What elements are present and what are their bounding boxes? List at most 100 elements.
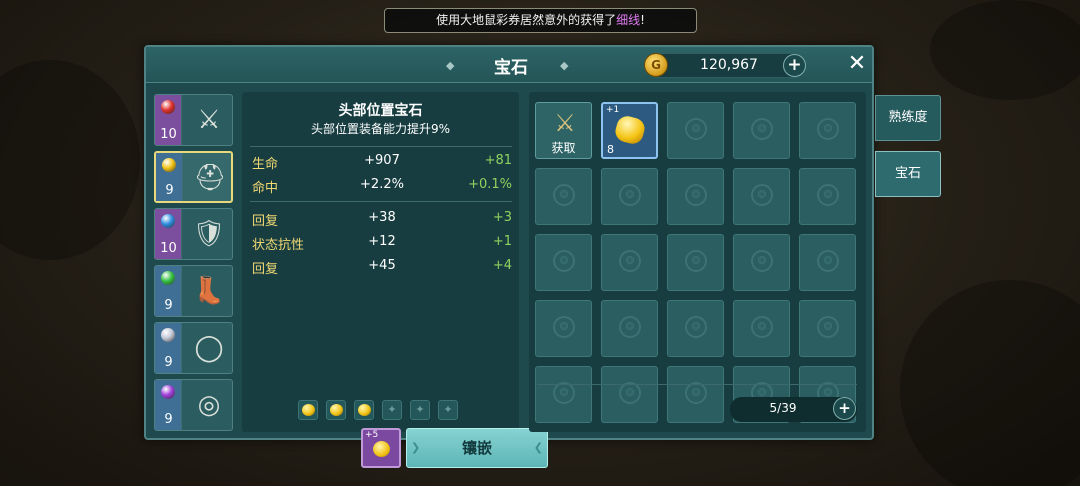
gem-frame: 9 [156, 153, 183, 201]
empty-slot-icon: ❂ [685, 184, 707, 206]
equip-level: 10 [160, 127, 177, 142]
arrow-left-icon: ❯ [411, 441, 421, 454]
panel-header: ◆ 宝石 ◆ G 120,967 + ✕ [146, 47, 872, 83]
empty-inventory-slot[interactable]: ❂ [601, 366, 658, 423]
stat-name: 状态抗性 [252, 238, 305, 253]
equip-slot-necklace[interactable]: 9 ◯ [154, 322, 233, 374]
stat-name: 回复 [252, 262, 279, 277]
empty-inventory-slot[interactable]: ❂ [667, 300, 724, 357]
gem-frame: 10 [155, 209, 182, 259]
title-ornament-left: ◆ [446, 59, 455, 72]
empty-inventory-slot[interactable]: ❂ [733, 300, 790, 357]
stat-current: +38 [368, 210, 396, 225]
stat-row: 生命 +907 +81 [252, 153, 512, 173]
stat-bonus: +4 [492, 258, 512, 273]
empty-inventory-slot[interactable]: ❂ [799, 234, 856, 291]
empty-slot-icon: ❂ [619, 184, 641, 206]
empty-slot-icon: ❂ [685, 316, 707, 338]
acquire-label: 获取 [551, 141, 576, 155]
stat-name: 命中 [252, 181, 279, 196]
empty-inventory-slot[interactable]: ❂ [733, 234, 790, 291]
gem-icon [162, 158, 176, 172]
stat-bonus: +81 [484, 153, 512, 168]
tab-gem[interactable]: 宝石 [875, 151, 941, 197]
inlay-button[interactable]: ❯ 镶嵌 ❮ [406, 428, 548, 468]
empty-slot-icon: ❂ [619, 316, 641, 338]
crossed-swords-icon: ⚔ [554, 109, 576, 137]
equip-slot-weapon[interactable]: 10 ⚔ [154, 94, 233, 146]
add-coins-button[interactable]: + [783, 54, 806, 77]
empty-inventory-slot[interactable]: ❂ [601, 168, 658, 225]
filled-gem-socket [354, 400, 374, 420]
empty-inventory-slot[interactable]: ❂ [667, 102, 724, 159]
yellow-gem-icon [330, 404, 343, 416]
empty-inventory-slot[interactable]: ❂ [601, 234, 658, 291]
stat-current: +45 [368, 258, 396, 273]
stat-current: +2.2% [360, 177, 404, 192]
gem-icon [161, 271, 175, 285]
empty-slot-icon: ❂ [553, 316, 575, 338]
helmet-icon: ⛑ [193, 163, 227, 193]
divider [250, 146, 512, 147]
arrow-right-icon: ❮ [533, 441, 543, 454]
empty-slot-icon: ❂ [619, 250, 641, 272]
stat-name: 生命 [252, 157, 279, 172]
stat-bonus: +1 [492, 234, 512, 249]
empty-slot-icon: ❂ [553, 184, 575, 206]
equip-slot-ring[interactable]: 9 ◎ [154, 379, 233, 431]
equip-slot-boots[interactable]: 9 👢 [154, 265, 233, 317]
panel-title: 宝石 [494, 58, 528, 78]
empty-slot-icon: ❂ [751, 316, 773, 338]
filled-gem-socket [298, 400, 318, 420]
selected-gem-slot[interactable]: +5 [361, 428, 401, 468]
expand-inventory-button[interactable]: + [833, 397, 856, 420]
empty-inventory-slot[interactable]: ❂ [667, 168, 724, 225]
yellow-gem-icon [613, 113, 647, 147]
tab-proficiency[interactable]: 熟练度 [875, 95, 941, 141]
empty-inventory-slot[interactable]: ❂ [733, 168, 790, 225]
empty-inventory-slot[interactable]: ❂ [733, 102, 790, 159]
coin-amount: 120,967 [700, 57, 758, 73]
filled-gem-socket [326, 400, 346, 420]
equip-level: 9 [164, 298, 173, 313]
empty-gem-socket: ✦ [438, 400, 458, 420]
inventory-gem-item[interactable]: +1 8 [601, 102, 658, 159]
acquire-gem-button[interactable]: ⚔ 获取 [535, 102, 592, 159]
gem-icon [161, 214, 175, 228]
gem-icon [161, 328, 175, 342]
empty-inventory-slot[interactable]: ❂ [667, 366, 724, 423]
stats-panel: 头部位置宝石 头部位置装备能力提升9% 生命 +907 +81 命中 +2.2%… [242, 92, 548, 468]
empty-inventory-slot[interactable]: ❂ [601, 300, 658, 357]
equip-slot-helmet[interactable]: 9 ⛑ [154, 151, 233, 203]
stat-name: 回复 [252, 214, 279, 229]
stats-title: 头部位置宝石 [338, 103, 423, 119]
coin-display: G 120,967 + [644, 53, 806, 78]
empty-slot-icon: ❂ [553, 250, 575, 272]
stat-bonus: +0.1% [468, 177, 512, 192]
empty-slot-icon: ❂ [751, 250, 773, 272]
empty-inventory-slot[interactable]: ❂ [535, 168, 592, 225]
equip-slot-armor[interactable]: 10 🛡 [154, 208, 233, 260]
stat-row: 状态抗性 +12 +1 [252, 234, 512, 254]
empty-inventory-slot[interactable]: ❂ [799, 168, 856, 225]
inventory-capacity: 5/39 + [730, 397, 857, 422]
empty-inventory-slot[interactable]: ❂ [667, 234, 724, 291]
toast-text: 使用大地鼠彩券居然意外的获得了 [436, 13, 617, 27]
sparkle-icon: ✦ [387, 403, 397, 416]
armor-icon: 🛡 [192, 219, 226, 249]
gem-icon [161, 385, 175, 399]
empty-inventory-slot[interactable]: ❂ [799, 300, 856, 357]
close-button[interactable]: ✕ [846, 53, 868, 75]
empty-inventory-slot[interactable]: ❂ [799, 102, 856, 159]
empty-inventory-slot[interactable]: ❂ [535, 300, 592, 357]
empty-inventory-slot[interactable]: ❂ [535, 366, 592, 423]
sparkle-icon: ✦ [443, 403, 453, 416]
gem-inventory: ⚔ 获取 +1 8 ❂ ❂ ❂ ❂ ❂ ❂ ❂ ❂ ❂ ❂ ❂ ❂ ❂ ❂ ❂ ❂ ❂ ❂ ❂ ❂ ❂ ❂ ❂ 5/39 + [529, 92, 866, 432]
toast-item: 细线 [616, 13, 641, 27]
gem-frame: 9 [155, 323, 182, 373]
empty-gem-socket: ✦ [382, 400, 402, 420]
divider [537, 384, 857, 385]
empty-inventory-slot[interactable]: ❂ [535, 234, 592, 291]
empty-slot-icon: ❂ [751, 118, 773, 140]
gem-panel: ◆ 宝石 ◆ G 120,967 + ✕ 10 ⚔ 9 ⛑ 10 🛡 9 👢 9 ◯ 9 ◎ 头部位置… [144, 45, 874, 468]
